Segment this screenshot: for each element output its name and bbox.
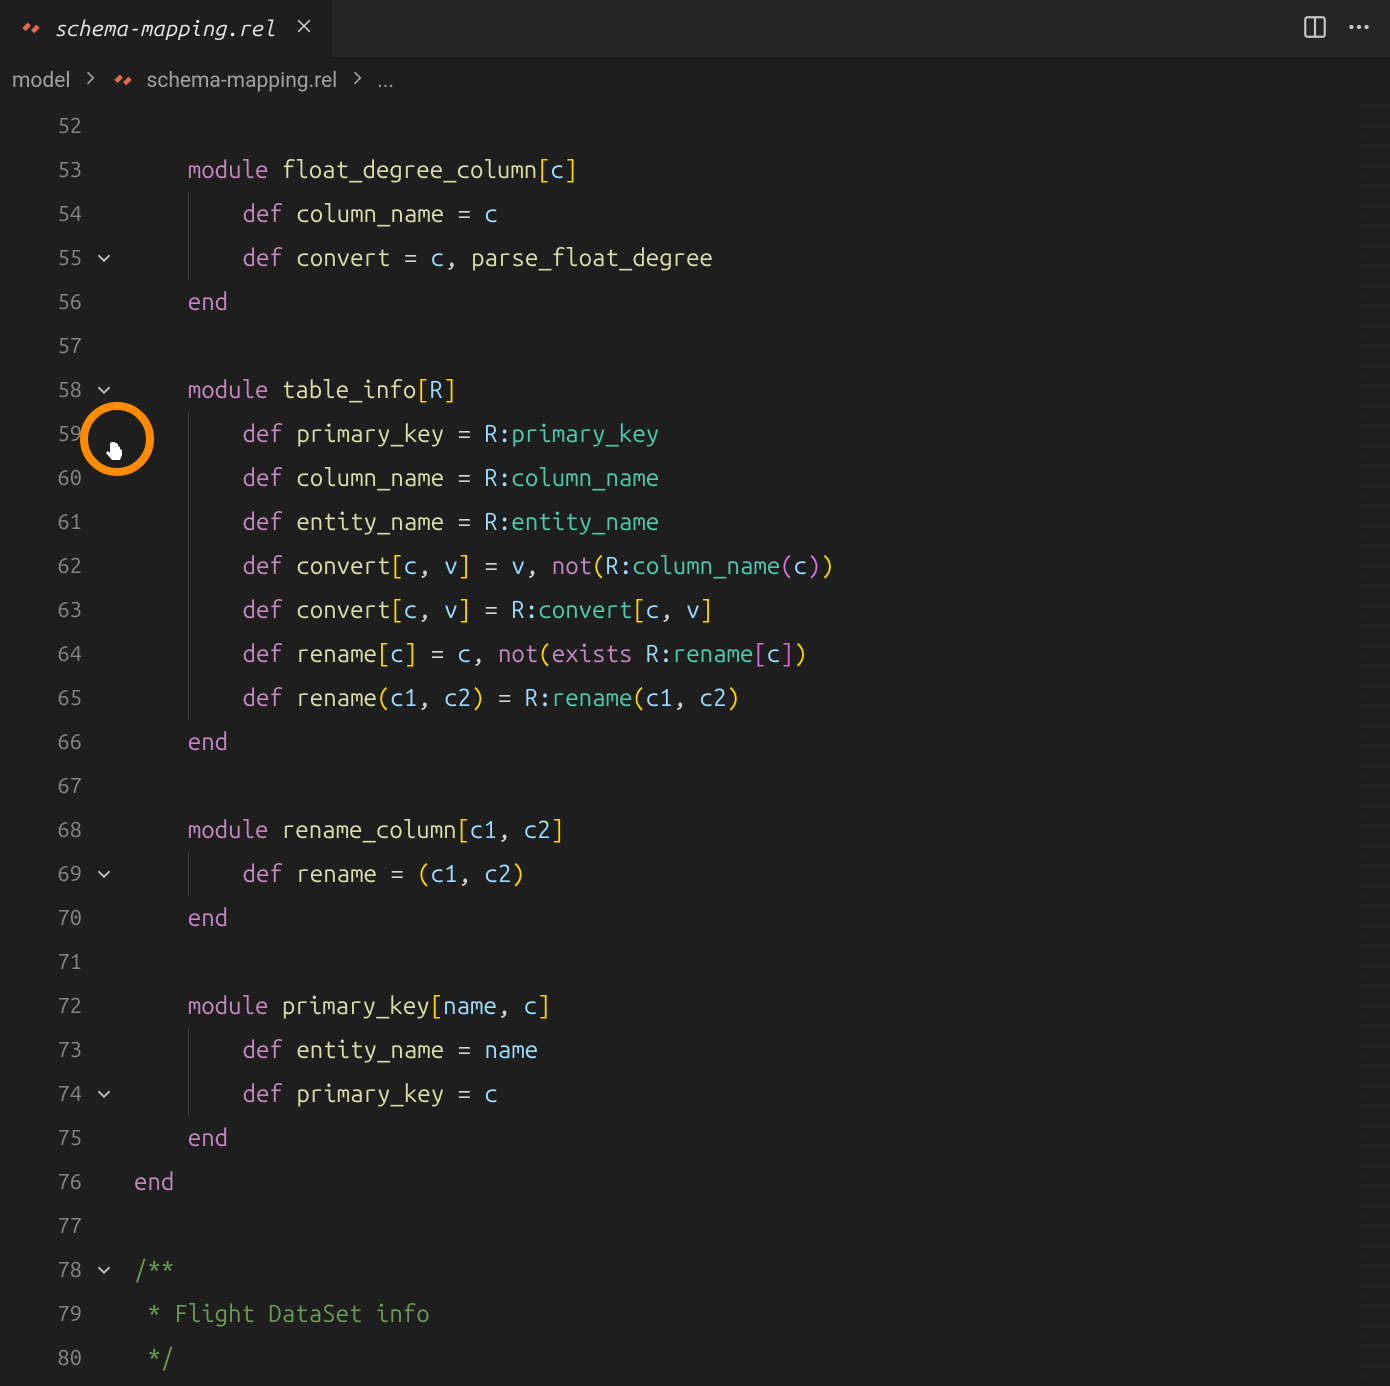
fold-toggle[interactable] — [90, 1083, 118, 1105]
line-number: 55 — [0, 236, 90, 280]
code-line[interactable]: 56 end — [0, 280, 1390, 324]
line-number: 56 — [0, 280, 90, 324]
code-line[interactable]: 80 */ — [0, 1336, 1390, 1380]
breadcrumb-segment[interactable]: model — [12, 69, 70, 93]
line-number: 54 — [0, 192, 90, 236]
line-number: 59 — [0, 412, 90, 456]
split-editor-icon[interactable] — [1302, 14, 1328, 44]
line-number: 71 — [0, 940, 90, 984]
fold-toggle[interactable] — [90, 863, 118, 885]
line-number: 61 — [0, 500, 90, 544]
line-number: 53 — [0, 148, 90, 192]
code-line[interactable]: 69 def rename = (c1, c2) — [0, 852, 1390, 896]
line-number: 63 — [0, 588, 90, 632]
code-line[interactable]: 68 module rename_column[c1, c2] — [0, 808, 1390, 852]
line-number: 52 — [0, 104, 90, 148]
fold-toggle[interactable] — [90, 1259, 118, 1281]
line-number: 75 — [0, 1116, 90, 1160]
code-line[interactable]: 67 — [0, 764, 1390, 808]
minimap[interactable] — [1362, 104, 1390, 1380]
close-icon[interactable] — [294, 16, 314, 41]
line-number: 77 — [0, 1204, 90, 1248]
fold-toggle[interactable] — [90, 379, 118, 401]
breadcrumb[interactable]: model schema-mapping.rel ... — [0, 58, 1390, 104]
code-line[interactable]: 73 def entity_name = name — [0, 1028, 1390, 1072]
code-line[interactable]: 71 — [0, 940, 1390, 984]
code-line[interactable]: 79 * Flight DataSet info — [0, 1292, 1390, 1336]
editor-title-actions — [1302, 14, 1390, 44]
code-line[interactable]: 66 end — [0, 720, 1390, 764]
line-number: 58 — [0, 368, 90, 412]
chevron-right-icon — [80, 68, 100, 94]
line-number: 74 — [0, 1072, 90, 1116]
line-number: 73 — [0, 1028, 90, 1072]
line-number: 57 — [0, 324, 90, 368]
code-line[interactable]: 65 def rename(c1, c2) = R:rename(c1, c2) — [0, 676, 1390, 720]
code-line[interactable]: 72 module primary_key[name, c] — [0, 984, 1390, 1028]
code-line[interactable]: 59 def primary_key = R:primary_key — [0, 412, 1390, 456]
code-line[interactable]: 78 /** — [0, 1248, 1390, 1292]
tab-filename: schema-mapping.rel — [54, 16, 276, 41]
code-line[interactable]: 64 def rename[c] = c, not(exists R:renam… — [0, 632, 1390, 676]
line-number: 78 — [0, 1248, 90, 1292]
code-line[interactable]: 75 end — [0, 1116, 1390, 1160]
line-number: 72 — [0, 984, 90, 1028]
code-line[interactable]: 57 — [0, 324, 1390, 368]
code-line[interactable]: 52 — [0, 104, 1390, 148]
code-line[interactable]: 63 def convert[c, v] = R:convert[c, v] — [0, 588, 1390, 632]
code-line[interactable]: 77 — [0, 1204, 1390, 1248]
line-number: 64 — [0, 632, 90, 676]
line-number: 68 — [0, 808, 90, 852]
code-line[interactable]: 74 def primary_key = c — [0, 1072, 1390, 1116]
code-line[interactable]: 60 def column_name = R:column_name — [0, 456, 1390, 500]
line-number: 66 — [0, 720, 90, 764]
breadcrumb-segment[interactable]: schema-mapping.rel — [146, 69, 337, 93]
line-number: 60 — [0, 456, 90, 500]
code-line[interactable]: 54 def column_name = c — [0, 192, 1390, 236]
code-line[interactable]: 76 end — [0, 1160, 1390, 1204]
line-number: 69 — [0, 852, 90, 896]
breadcrumb-segment[interactable]: ... — [377, 69, 394, 93]
line-number: 70 — [0, 896, 90, 940]
tab-bar: schema-mapping.rel — [0, 0, 1390, 58]
line-number: 67 — [0, 764, 90, 808]
line-number: 65 — [0, 676, 90, 720]
file-lang-icon — [110, 68, 136, 94]
code-line[interactable]: 55 def convert = c, parse_float_degree — [0, 236, 1390, 280]
fold-toggle[interactable] — [90, 247, 118, 269]
code-line[interactable]: 58 module table_info[R] — [0, 368, 1390, 412]
line-number: 80 — [0, 1336, 90, 1380]
code-line[interactable]: 53 module float_degree_column[c] — [0, 148, 1390, 192]
line-number: 62 — [0, 544, 90, 588]
file-lang-icon — [18, 16, 44, 42]
chevron-right-icon — [347, 68, 367, 94]
code-line[interactable]: 62 def convert[c, v] = v, not(R:column_n… — [0, 544, 1390, 588]
line-number: 76 — [0, 1160, 90, 1204]
code-line[interactable]: 61 def entity_name = R:entity_name — [0, 500, 1390, 544]
code-line[interactable]: 70 end — [0, 896, 1390, 940]
line-number: 79 — [0, 1292, 90, 1336]
code-editor[interactable]: 52 53 module float_degree_column[c] 54 d… — [0, 104, 1390, 1380]
more-actions-icon[interactable] — [1346, 14, 1372, 44]
editor-tab[interactable]: schema-mapping.rel — [0, 0, 332, 57]
